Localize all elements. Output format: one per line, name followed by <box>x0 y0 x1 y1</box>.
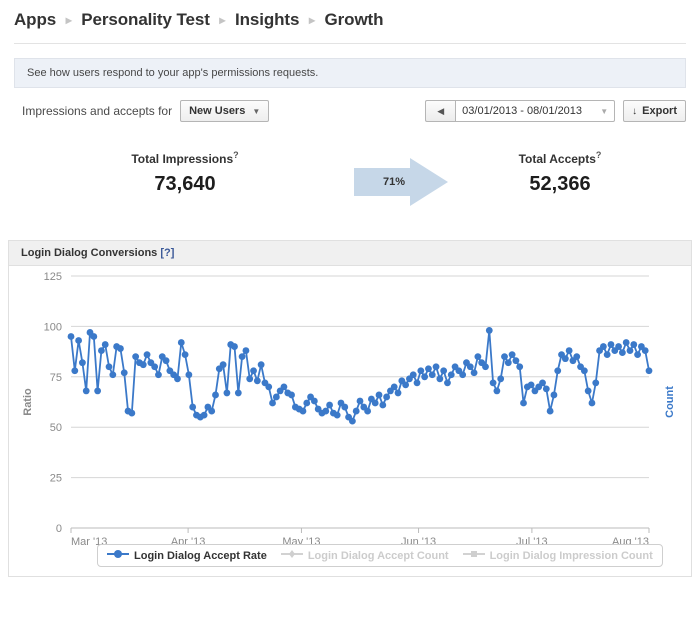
legend-marker-icon <box>280 549 303 562</box>
chart-panel: Login Dialog Conversions [?] 0 25 50 75 100 1… <box>8 240 692 577</box>
legend-label: Login Dialog Impression Count <box>489 549 653 562</box>
audience-filter-label: Impressions and accepts for <box>22 104 173 118</box>
svg-text:Ratio: Ratio <box>22 388 34 416</box>
svg-text:50: 50 <box>50 422 62 434</box>
breadcrumb-item-personality-test[interactable]: Personality Test <box>81 10 210 29</box>
metric-value: 73,640 <box>154 173 216 195</box>
audience-select-value: New Users <box>189 105 246 117</box>
download-icon: ↓ <box>632 105 638 117</box>
chart-body: 0 25 50 75 100 125 Mar '13 Apr '13 May '13 Jun '1… <box>9 266 691 576</box>
svg-text:25: 25 <box>50 473 62 485</box>
export-button[interactable]: ↓ Export <box>623 100 686 122</box>
line-chart: 0255075100125Mar '13 Apr '13 May '13 Jun '1… <box>22 271 676 548</box>
help-icon[interactable]: [?] <box>160 247 174 259</box>
svg-text:125: 125 <box>44 271 62 283</box>
info-banner: See how users respond to your app's perm… <box>14 58 686 88</box>
metric-title-text: Total Impressions <box>131 152 234 166</box>
date-range-value: 03/01/2013 - 08/01/2013 <box>462 105 583 117</box>
metric-title-text: Total Accepts <box>518 152 596 166</box>
breadcrumb-item-apps[interactable]: Apps <box>14 10 56 29</box>
breadcrumb-item-growth[interactable]: Growth <box>325 10 384 29</box>
metric-title: Total Accepts? <box>460 150 660 166</box>
metric-total-impressions: Total Impressions? 73,640 <box>85 150 285 196</box>
legend-item-impression-count[interactable]: Login Dialog Impression Count <box>462 549 653 562</box>
chart-title: Login Dialog Conversions <box>21 247 158 259</box>
chart-panel-header: Login Dialog Conversions [?] <box>9 241 691 266</box>
svg-text:0: 0 <box>56 523 62 535</box>
date-export-group: ◀ 03/01/2013 - 08/01/2013 ▼ ↓ Export <box>425 100 686 122</box>
legend-item-accept-count[interactable]: Login Dialog Accept Count <box>280 549 449 562</box>
breadcrumb-separator-icon: ▸ <box>308 13 315 27</box>
legend-marker-icon <box>107 549 129 562</box>
conversion-arrow: 71% <box>352 156 452 208</box>
breadcrumb-item-insights[interactable]: Insights <box>235 10 299 29</box>
chevron-left-icon: ◀ <box>437 105 445 116</box>
metric-title: Total Impressions? <box>85 150 285 166</box>
date-range-select[interactable]: 03/01/2013 - 08/01/2013 ▼ <box>455 100 616 122</box>
legend-marker-icon <box>462 549 485 562</box>
chart-legend: Login Dialog Accept Rate Login Dialog Ac… <box>97 544 663 567</box>
conversion-percent: 71% <box>382 176 406 188</box>
legend-label: Login Dialog Accept Count <box>307 549 449 562</box>
legend-label: Login Dialog Accept Rate <box>134 549 267 562</box>
breadcrumb-separator-icon: ▸ <box>65 13 72 27</box>
svg-text:100: 100 <box>44 321 62 333</box>
legend-item-accept-rate[interactable]: Login Dialog Accept Rate <box>107 549 267 562</box>
help-icon[interactable]: ? <box>596 150 602 160</box>
metric-total-accepts: Total Accepts? 52,366 <box>460 150 660 196</box>
export-button-label: Export <box>642 105 677 117</box>
audience-select[interactable]: New Users ▼ <box>180 100 270 122</box>
controls-bar: Impressions and accepts for New Users ▼ … <box>14 98 686 124</box>
svg-text:75: 75 <box>50 372 62 384</box>
date-previous-button[interactable]: ◀ <box>425 100 456 122</box>
svg-text:Count: Count <box>664 386 676 418</box>
audience-filter-group: Impressions and accepts for New Users ▼ <box>14 100 270 122</box>
help-icon[interactable]: ? <box>233 150 239 160</box>
breadcrumb-separator-icon: ▸ <box>219 13 226 27</box>
metric-value: 52,366 <box>529 173 591 195</box>
chevron-down-icon: ▼ <box>600 106 609 116</box>
header-divider <box>14 43 686 44</box>
chevron-down-icon: ▼ <box>252 106 261 116</box>
breadcrumb: Apps ▸ Personality Test ▸ Insights ▸ Gro… <box>0 0 700 40</box>
metrics-summary: Total Impressions? 73,640 71% Total Acce… <box>0 150 700 220</box>
